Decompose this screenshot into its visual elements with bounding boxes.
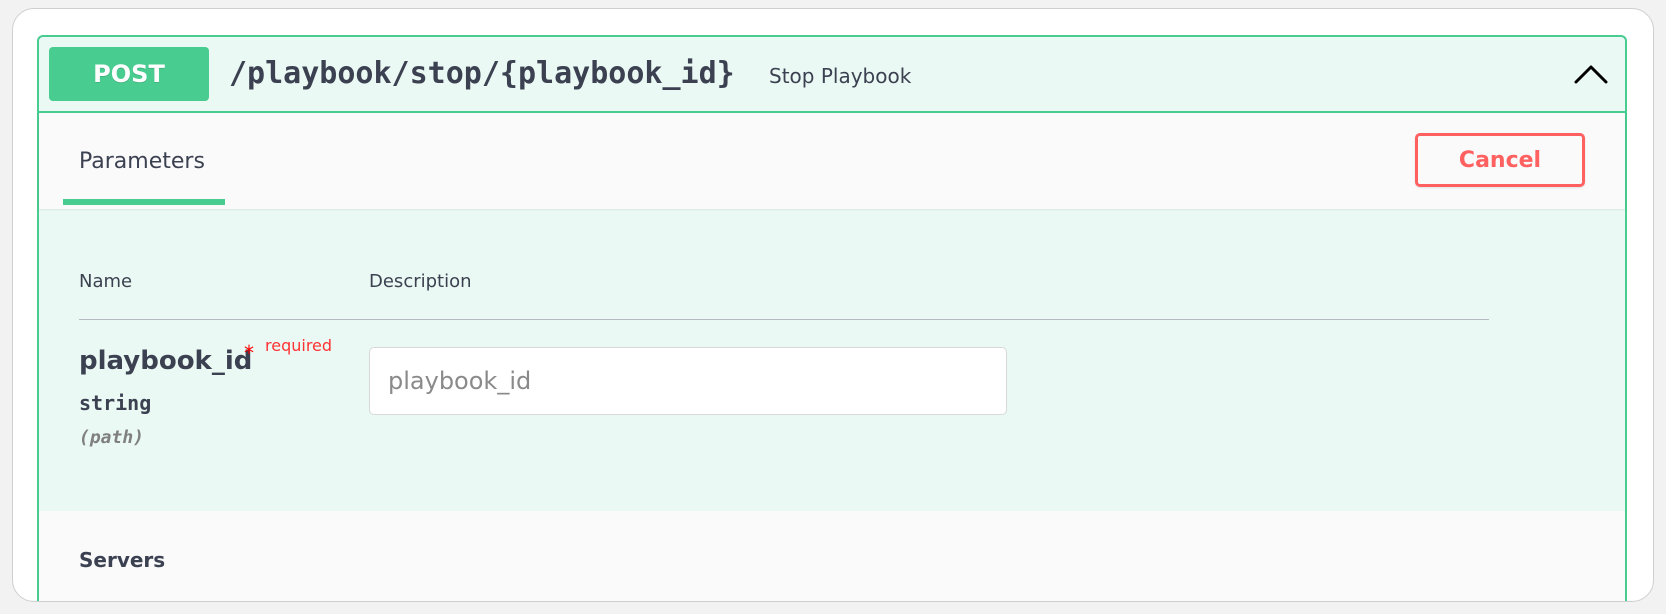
method-badge: POST xyxy=(49,47,209,101)
required-star: * xyxy=(244,341,254,365)
tab-active-indicator xyxy=(63,199,225,205)
operation-summary[interactable]: POST /playbook/stop/{playbook_id} Stop P… xyxy=(39,37,1625,113)
parameter-name: playbook_id xyxy=(79,346,253,376)
servers-label: Servers xyxy=(79,548,166,572)
playbook-id-input[interactable] xyxy=(369,347,1007,415)
operation-summary-description: Stop Playbook xyxy=(769,64,912,88)
swagger-window: POST /playbook/stop/{playbook_id} Stop P… xyxy=(12,8,1654,602)
tab-parameters[interactable]: Parameters xyxy=(79,147,205,177)
header-divider xyxy=(79,319,1489,320)
required-label: required xyxy=(265,336,333,355)
column-header-description: Description xyxy=(369,271,472,292)
chevron-up-icon[interactable] xyxy=(1571,55,1611,95)
operation-block-post: POST /playbook/stop/{playbook_id} Stop P… xyxy=(37,35,1627,601)
cancel-button[interactable]: Cancel xyxy=(1415,133,1585,187)
operation-path: /playbook/stop/{playbook_id} xyxy=(229,56,735,91)
parameters-table: Name Description playbook_id * required … xyxy=(39,211,1625,511)
parameters-section-header: Parameters Cancel xyxy=(39,113,1625,209)
servers-section: Servers xyxy=(39,511,1625,601)
parameter-location: (path) xyxy=(79,427,145,448)
parameter-type: string xyxy=(79,391,152,415)
column-header-name: Name xyxy=(79,271,133,292)
